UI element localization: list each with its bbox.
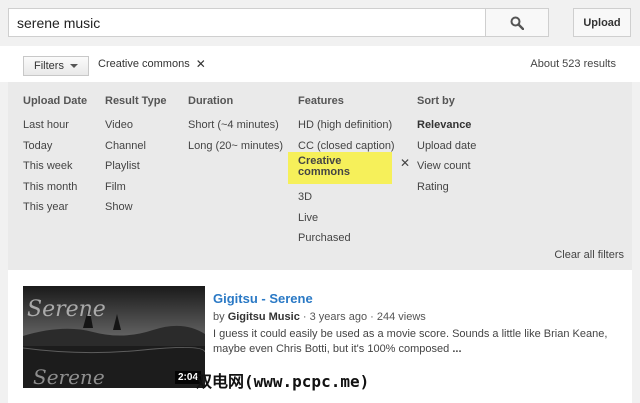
column-heading: Result Type [105, 95, 167, 107]
column-result-type: Result Type Video Channel Playlist Film … [105, 95, 167, 218]
more-link[interactable]: ... [452, 343, 461, 355]
thumbnail-text: Serene [27, 297, 106, 322]
sort-relevance[interactable]: Relevance [417, 115, 476, 136]
meta-separator: · [370, 311, 374, 323]
channel-link[interactable]: Gigitsu Music [228, 311, 300, 323]
sort-view-count[interactable]: View count [417, 156, 476, 177]
upload-age: 3 years ago [309, 311, 368, 323]
column-upload-date: Upload Date Last hour Today This week Th… [23, 95, 87, 218]
filter-long[interactable]: Long (20~ minutes) [188, 136, 283, 157]
filter-video[interactable]: Video [105, 115, 167, 136]
filter-film[interactable]: Film [105, 177, 167, 198]
upload-button[interactable]: Upload [573, 8, 631, 37]
column-duration: Duration Short (~4 minutes) Long (20~ mi… [188, 95, 283, 156]
description-text: I guess it could easily be used as a mov… [213, 328, 608, 355]
filter-purchased[interactable]: Purchased [298, 228, 395, 249]
filter-panel: Upload Date Last hour Today This week Th… [8, 82, 632, 270]
column-heading: Sort by [417, 95, 455, 107]
filter-3d[interactable]: 3D [298, 187, 395, 208]
filters-button[interactable]: Filters [23, 56, 89, 76]
video-thumbnail[interactable]: Serene Serene 2:04 [23, 286, 205, 388]
filter-short[interactable]: Short (~4 minutes) [188, 115, 283, 136]
filters-label: Filters [34, 60, 64, 72]
filter-last-hour[interactable]: Last hour [23, 115, 87, 136]
column-heading: Duration [188, 95, 234, 107]
search-query: serene music [17, 14, 101, 31]
filter-this-month[interactable]: This month [23, 177, 87, 198]
by-label: by [213, 311, 225, 323]
filter-playlist[interactable]: Playlist [105, 156, 167, 177]
video-title-link[interactable]: Gigitsu - Serene [213, 291, 313, 306]
column-heading: Upload Date [23, 95, 88, 107]
filter-today[interactable]: Today [23, 136, 87, 157]
filter-row: Filters Creative commons ✕ About 523 res… [0, 46, 640, 82]
remove-filter-icon[interactable]: ✕ [196, 58, 206, 70]
filter-cc[interactable]: CC (closed caption) [298, 136, 395, 157]
top-bar: serene music Upload [0, 0, 640, 46]
caret-down-icon [69, 64, 78, 68]
view-count: 244 views [376, 311, 426, 323]
search-button[interactable] [485, 8, 549, 37]
filter-show[interactable]: Show [105, 197, 167, 218]
search-input[interactable]: serene music [8, 8, 486, 37]
remove-creative-commons-icon[interactable]: ✕ [400, 156, 410, 170]
filter-this-week[interactable]: This week [23, 156, 87, 177]
search-icon [510, 16, 524, 30]
filter-channel[interactable]: Channel [105, 136, 167, 157]
active-filter-chip: Creative commons ✕ [98, 58, 206, 70]
active-filter-label: Creative commons [98, 58, 190, 70]
sort-upload-date[interactable]: Upload date [417, 136, 476, 157]
filter-hd[interactable]: HD (high definition) [298, 115, 395, 136]
filter-live[interactable]: Live [298, 208, 395, 229]
video-meta: by Gigitsu Music · 3 years ago · 244 vie… [213, 311, 426, 323]
column-sort-by: Sort by Relevance Upload date View count… [417, 95, 476, 197]
clear-all-filters-link[interactable]: Clear all filters [554, 249, 624, 261]
video-description: I guess it could easily be used as a mov… [213, 327, 608, 357]
results-count: About 523 results [530, 58, 616, 70]
column-heading: Features [298, 95, 344, 107]
sort-rating[interactable]: Rating [417, 177, 476, 198]
watermark: 双电网(www.pcpc.me) [196, 372, 370, 391]
filter-this-year[interactable]: This year [23, 197, 87, 218]
filter-creative-commons[interactable]: Creative commons [298, 156, 368, 178]
meta-separator: · [302, 311, 307, 323]
thumbnail-text-reflection: Serene [33, 365, 105, 388]
